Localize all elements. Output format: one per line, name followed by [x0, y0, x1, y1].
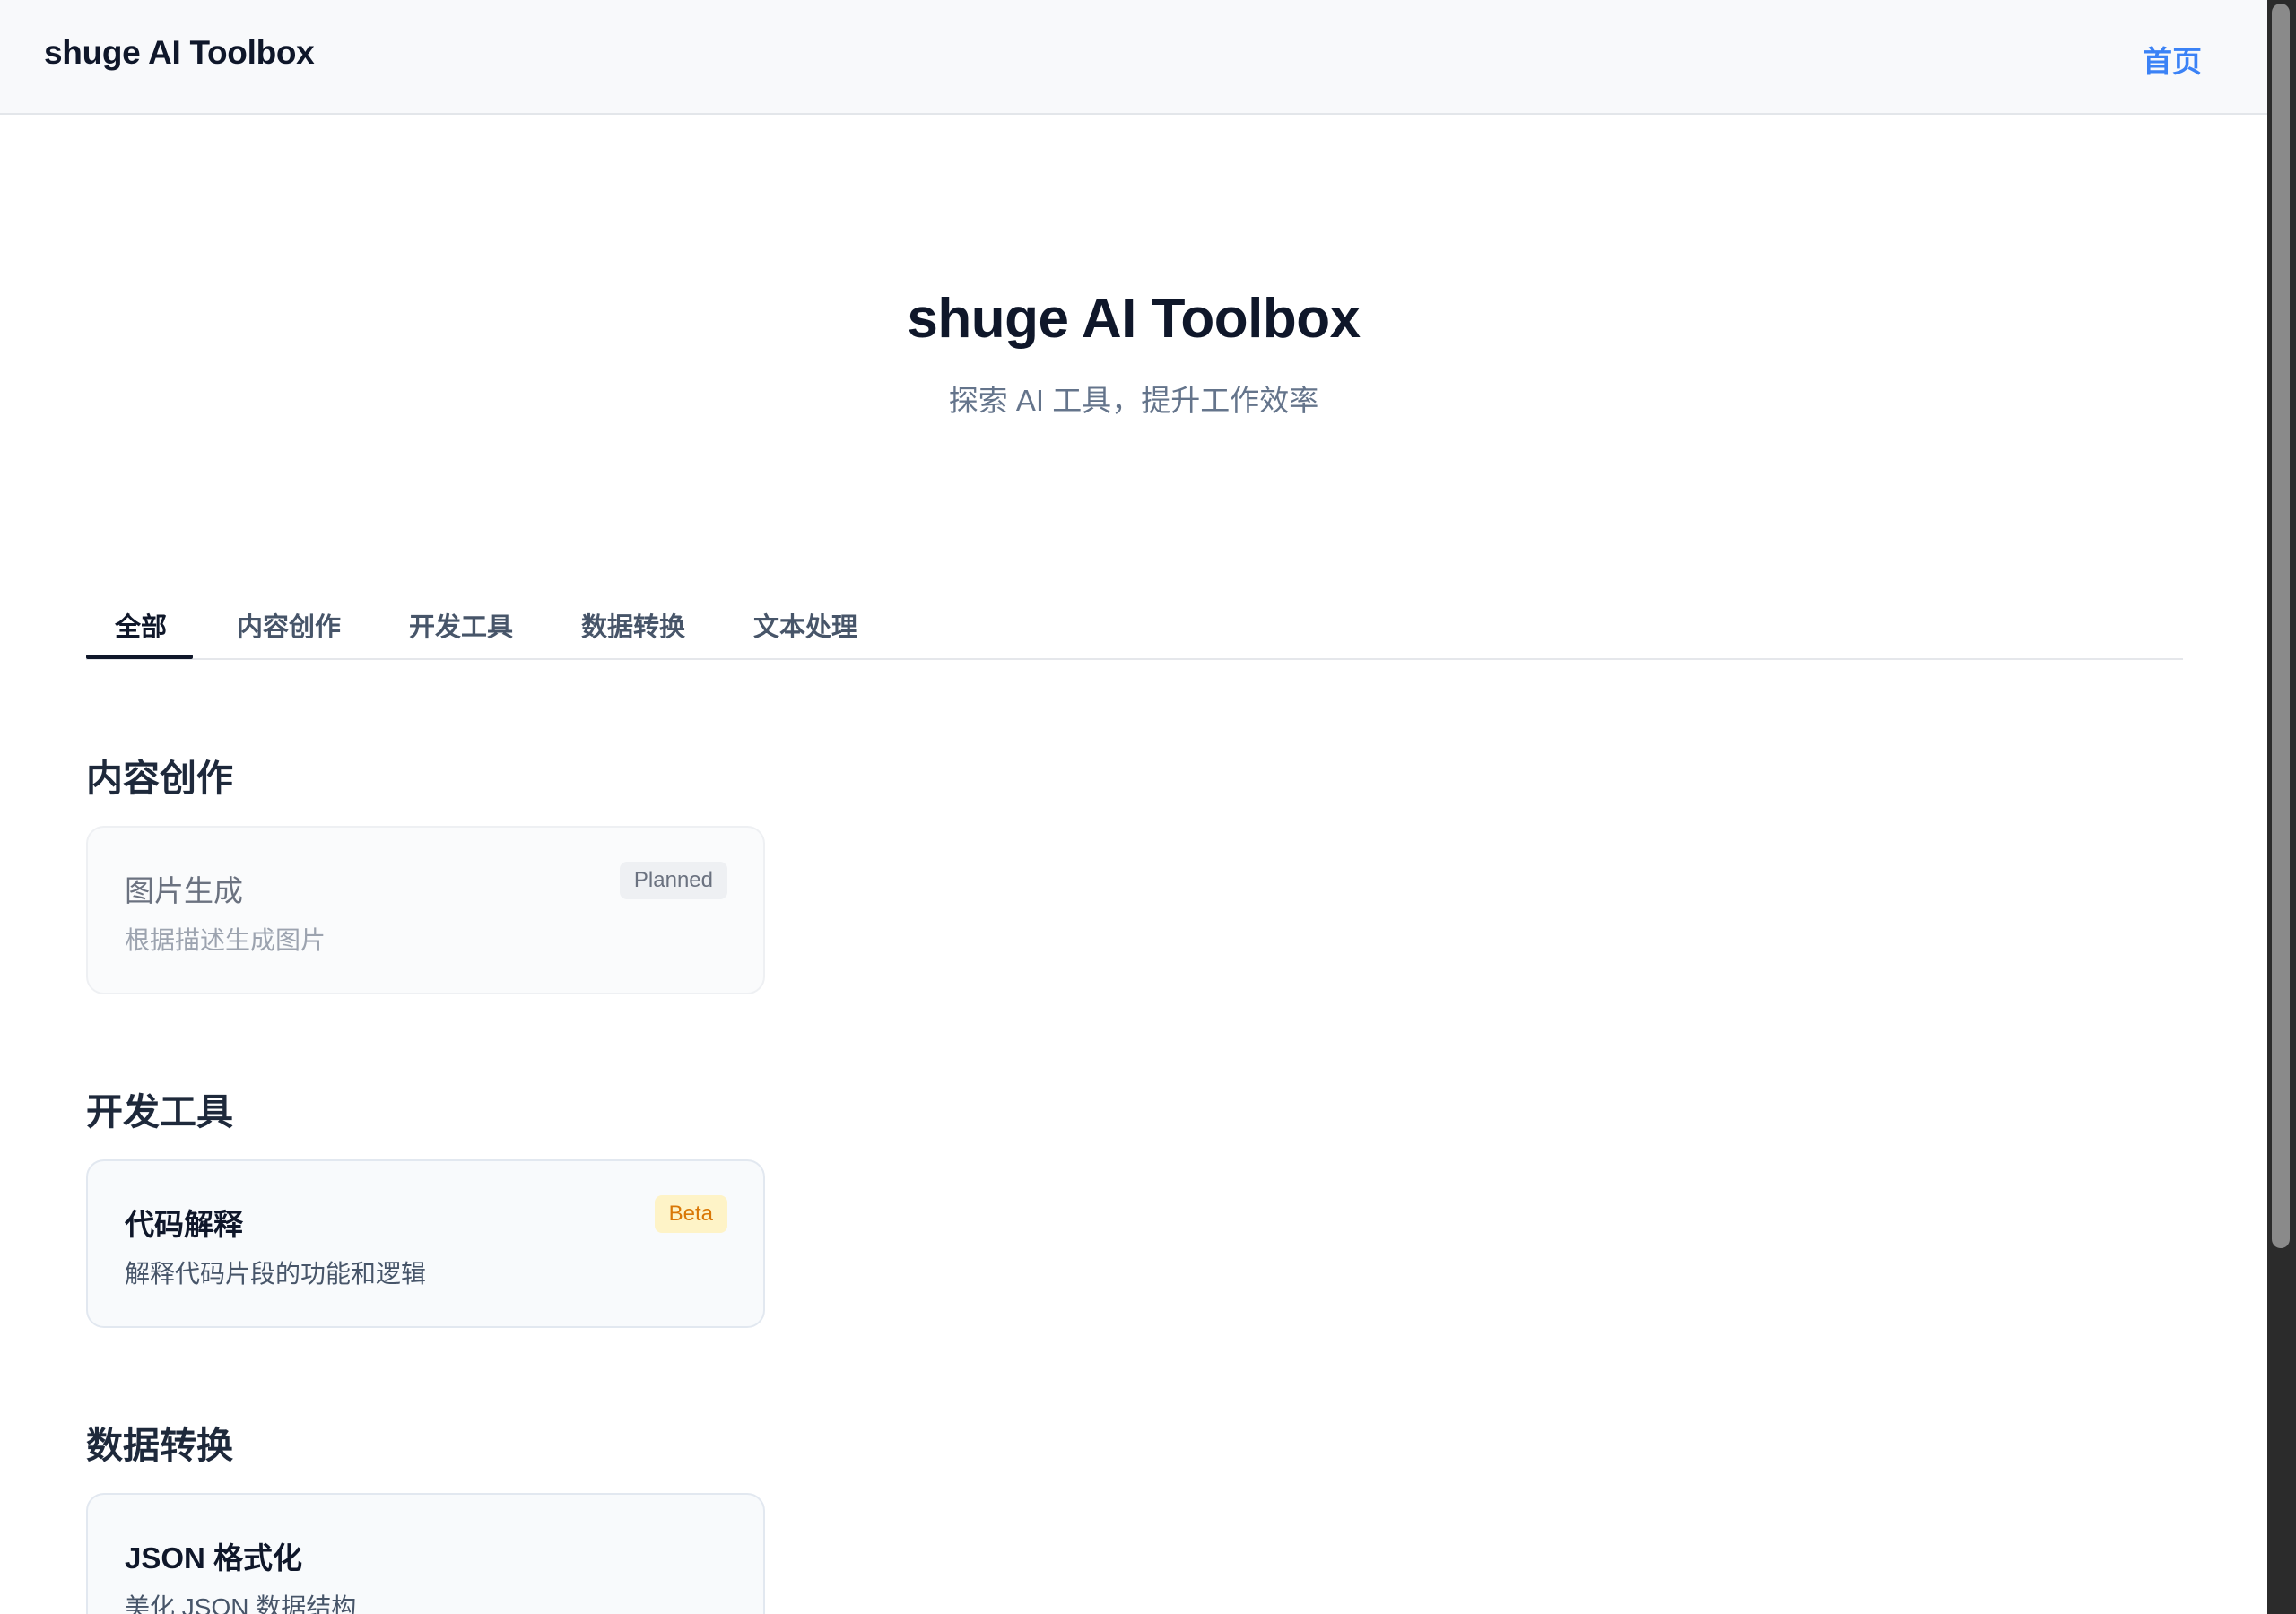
scrollbar-thumb[interactable]	[2272, 4, 2290, 1248]
vertical-scrollbar[interactable]	[2267, 0, 2296, 1614]
page-subtitle: 探索 AI 工具，提升工作效率	[948, 384, 1319, 417]
tool-card-code-explain[interactable]: 代码解释 Beta 解释代码片段的功能和逻辑	[86, 1159, 765, 1328]
active-tab-indicator	[86, 655, 193, 659]
status-badge: Planned	[619, 862, 727, 899]
tab-data-conversion[interactable]: 数据转换	[581, 606, 685, 658]
card-title: 代码解释	[125, 1208, 243, 1241]
tab-text-processing[interactable]: 文本处理	[753, 606, 857, 658]
category-tabs: 全部 内容创作 开发工具 数据转换 文本处理	[86, 592, 2183, 660]
tab-content-creation[interactable]: 内容创作	[237, 606, 341, 658]
tab-all[interactable]: 全部	[115, 606, 167, 658]
nav-home-link[interactable]: 首页	[2143, 38, 2202, 81]
tab-label: 内容创作	[237, 613, 342, 642]
tab-label: 文本处理	[753, 613, 858, 642]
page-title: shuge AI Toolbox	[907, 288, 1361, 350]
brand-logo[interactable]: shuge AI Toolbox	[44, 34, 315, 72]
section-title: 内容创作	[86, 758, 233, 799]
card-description: 解释代码片段的功能和逻辑	[125, 1260, 427, 1288]
tab-label: 数据转换	[581, 613, 686, 642]
tool-card-json-format[interactable]: JSON 格式化 美化 JSON 数据结构	[86, 1493, 765, 1614]
card-title: JSON 格式化	[125, 1541, 303, 1575]
tab-dev-tools[interactable]: 开发工具	[409, 606, 513, 658]
section-title: 开发工具	[86, 1091, 233, 1132]
card-description: 美化 JSON 数据结构	[125, 1593, 357, 1614]
page: shuge AI Toolbox 首页 shuge AI Toolbox 探索 …	[0, 0, 2267, 1614]
card-title: 图片生成	[125, 874, 243, 907]
status-badge: Beta	[654, 1195, 727, 1233]
card-description: 根据描述生成图片	[125, 926, 326, 954]
tool-card-image-generation[interactable]: 图片生成 Planned 根据描述生成图片	[86, 826, 765, 994]
top-navbar: shuge AI Toolbox 首页	[0, 0, 2267, 115]
tab-label: 开发工具	[409, 613, 514, 642]
section-title: 数据转换	[86, 1425, 233, 1466]
tab-label: 全部	[115, 613, 168, 642]
